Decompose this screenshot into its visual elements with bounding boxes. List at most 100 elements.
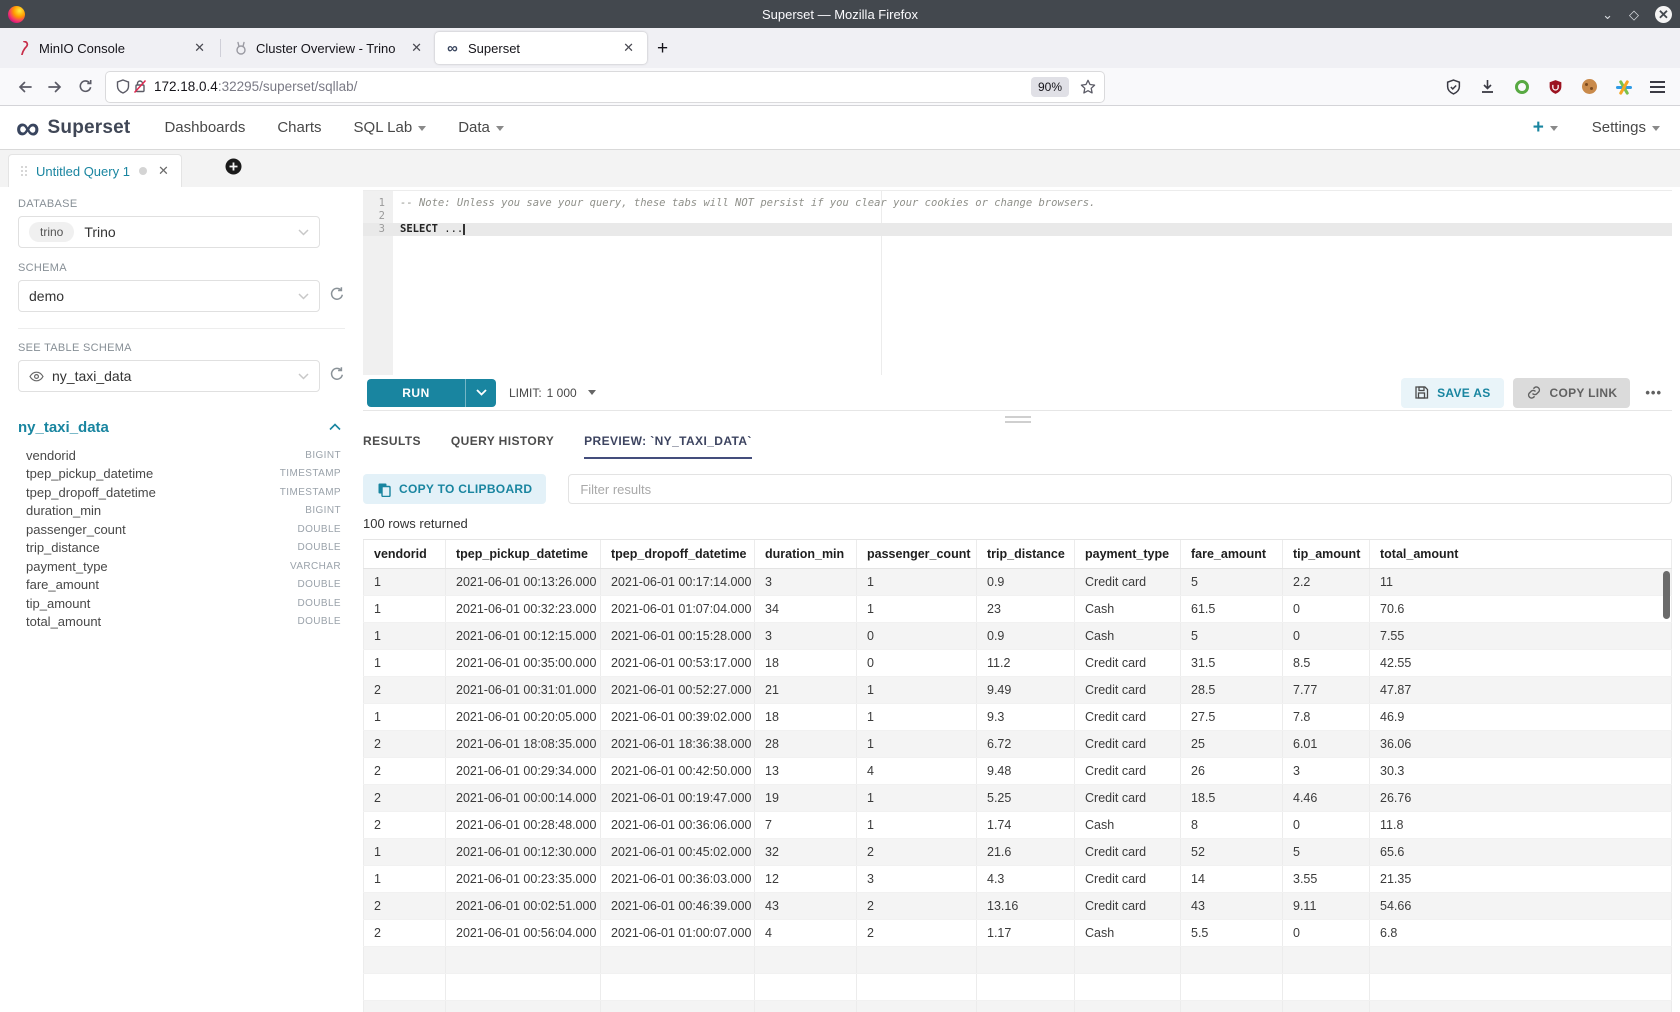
table-column-header[interactable]: duration_min (755, 540, 857, 568)
table-cell: 70.6 (1370, 595, 1672, 622)
menu-icon[interactable] (1649, 78, 1666, 95)
database-select[interactable]: trino Trino (18, 216, 320, 248)
cookie-extension-icon[interactable] (1581, 78, 1598, 95)
table-column-header[interactable]: tpep_dropoff_datetime (601, 540, 755, 568)
back-button[interactable] (10, 73, 40, 101)
run-options-caret[interactable] (465, 379, 496, 407)
refresh-table-icon[interactable] (329, 366, 345, 387)
save-as-button[interactable]: SAVE AS (1401, 378, 1503, 408)
table-select[interactable]: ny_taxi_data (18, 360, 320, 392)
refresh-schema-icon[interactable] (329, 286, 345, 307)
downloads-icon[interactable] (1479, 78, 1496, 95)
new-tab-button[interactable]: + (647, 39, 678, 58)
editor-line[interactable]: 2 (363, 210, 1672, 223)
table-cell (977, 946, 1075, 973)
table-cell: 8.5 (1283, 649, 1370, 676)
table-cell: 7.8 (1283, 703, 1370, 730)
schema-select[interactable]: demo (18, 280, 320, 312)
table-cell: 2021-06-01 00:12:15.000 (446, 622, 601, 649)
table-cell: 2021-06-01 00:56:04.000 (446, 919, 601, 946)
table-cell (446, 946, 601, 973)
column-name: tip_amount (26, 596, 90, 611)
copy-to-clipboard-button[interactable]: COPY TO CLIPBOARD (363, 474, 546, 504)
table-row: 22021-06-01 00:29:34.0002021-06-01 00:42… (364, 757, 1672, 784)
column-name: total_amount (26, 614, 101, 629)
tab-label: Cluster Overview - Trino (256, 41, 400, 56)
line-code (393, 210, 400, 223)
copy-link-button[interactable]: COPY LINK (1513, 378, 1631, 408)
window-maximize-icon[interactable]: ◇ (1629, 8, 1639, 21)
sqllab-editor-pane: 1-- Note: Unless you save your query, th… (355, 187, 1680, 1012)
sql-editor[interactable]: 1-- Note: Unless you save your query, th… (363, 190, 1672, 375)
table-column-header[interactable]: total_amount (1370, 540, 1672, 568)
table-cell: 2021-06-01 00:52:27.000 (601, 676, 755, 703)
browser-tab-minio[interactable]: MinIO Console ✕ (6, 32, 218, 64)
window-shade-icon[interactable]: ⌄ (1602, 8, 1613, 21)
zoom-level-badge[interactable]: 90% (1031, 77, 1069, 97)
new-item-button[interactable]: + (1533, 118, 1558, 138)
nav-item-charts[interactable]: Charts (277, 119, 321, 136)
editor-line[interactable]: 3SELECT ... (363, 223, 1672, 236)
reload-button[interactable] (70, 73, 100, 101)
insecure-lock-icon[interactable] (131, 78, 148, 95)
drag-handle-icon[interactable] (21, 166, 27, 176)
asterisk-extension-icon[interactable] (1615, 78, 1632, 95)
run-button[interactable]: RUN (367, 379, 465, 407)
table-cell: 19 (755, 784, 857, 811)
table-column-header[interactable]: vendorid (364, 540, 446, 568)
nav-item-sql-lab[interactable]: SQL Lab (354, 119, 427, 136)
results-tab-query-history[interactable]: QUERY HISTORY (451, 434, 554, 457)
url-text: 172.18.0.4:32295/superset/sqllab/ (154, 79, 1031, 94)
table-column-header[interactable]: trip_distance (977, 540, 1075, 568)
ublock-shield-icon[interactable] (1547, 78, 1564, 95)
results-actions: COPY TO CLIPBOARD (363, 459, 1672, 507)
tab-close-icon[interactable]: ✕ (191, 40, 208, 56)
table-cell: 0 (1283, 811, 1370, 838)
extension-green-icon[interactable] (1513, 78, 1530, 95)
table-cell (1283, 946, 1370, 973)
more-options-button[interactable]: ••• (1639, 385, 1668, 400)
query-tab-close-icon[interactable]: ✕ (158, 163, 169, 179)
add-query-tab-button[interactable] (224, 157, 243, 181)
table-cell: 4 (857, 757, 977, 784)
limit-control[interactable]: LIMIT: 1 000 (509, 386, 596, 400)
table-cell: 7.77 (1283, 676, 1370, 703)
superset-brand[interactable]: ∞ Superset (16, 114, 130, 142)
table-cell: Credit card (1075, 649, 1181, 676)
collapse-chevron-up-icon[interactable] (329, 418, 341, 436)
table-cell (1075, 973, 1181, 1000)
filter-results-input[interactable] (568, 474, 1672, 504)
nav-item-data[interactable]: Data (458, 119, 504, 136)
settings-menu[interactable]: Settings (1592, 119, 1660, 136)
protection-shield-icon[interactable] (1445, 78, 1462, 95)
window-close-icon[interactable]: ✕ (1655, 6, 1672, 23)
table-cell (364, 946, 446, 973)
column-type: VARCHAR (290, 561, 341, 572)
browser-tab-trino[interactable]: Cluster Overview - Trino ✕ (223, 32, 435, 64)
table-cell: 2021-06-01 00:32:23.000 (446, 595, 601, 622)
tab-close-icon[interactable]: ✕ (408, 40, 425, 56)
results-tab-results[interactable]: RESULTS (363, 434, 421, 457)
browser-tab-superset[interactable]: ∞ Superset ✕ (435, 32, 647, 64)
table-scrollbar-thumb[interactable] (1663, 571, 1670, 619)
table-column-header[interactable]: passenger_count (857, 540, 977, 568)
query-tab-active[interactable]: Untitled Query 1 ✕ (8, 154, 182, 187)
text-cursor (463, 224, 465, 235)
results-tab-preview-ny-taxi-data[interactable]: PREVIEW: `NY_TAXI_DATA` (584, 434, 752, 459)
table-cell: 1 (364, 622, 446, 649)
editor-line[interactable]: 1-- Note: Unless you save your query, th… (363, 197, 1672, 210)
schema-table-name[interactable]: ny_taxi_data (18, 419, 109, 436)
table-column-header[interactable]: payment_type (1075, 540, 1181, 568)
table-column-header[interactable]: tip_amount (1283, 540, 1370, 568)
schema-column-row: payment_typeVARCHAR (18, 557, 345, 576)
table-column-header[interactable]: tpep_pickup_datetime (446, 540, 601, 568)
nav-item-dashboards[interactable]: Dashboards (164, 119, 245, 136)
tab-close-icon[interactable]: ✕ (620, 40, 637, 56)
pane-resize-handle[interactable] (1005, 416, 1031, 423)
forward-button[interactable] (40, 73, 70, 101)
bookmark-star-icon[interactable] (1079, 78, 1096, 95)
table-cell: 2021-06-01 00:36:03.000 (601, 865, 755, 892)
tracking-shield-icon[interactable] (114, 78, 131, 95)
url-bar[interactable]: 172.18.0.4:32295/superset/sqllab/ 90% (106, 72, 1104, 102)
table-column-header[interactable]: fare_amount (1181, 540, 1283, 568)
